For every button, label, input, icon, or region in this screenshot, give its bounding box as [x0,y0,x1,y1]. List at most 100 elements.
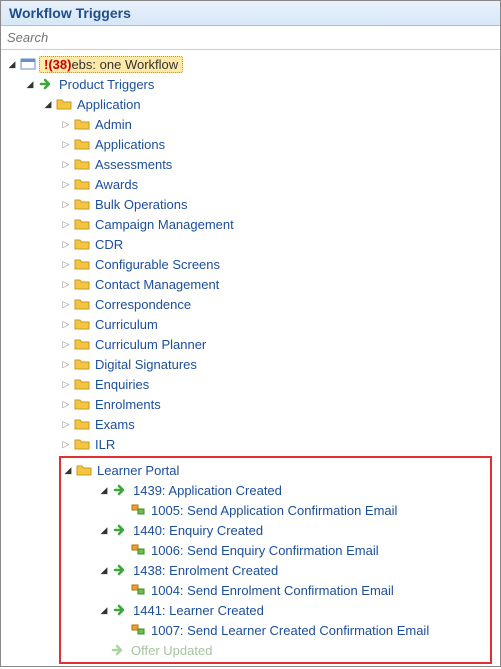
folder-label[interactable]: Curriculum [93,317,160,332]
root-label[interactable]: !(38)ebs: one Workflow [39,56,183,73]
folder-label[interactable]: Enrolments [93,397,163,412]
expand-toggle[interactable] [61,359,71,369]
folder-node[interactable]: Assessments [59,154,496,174]
folder-label[interactable]: Campaign Management [93,217,236,232]
action-label[interactable]: 1005: Send Application Confirmation Emai… [149,503,399,518]
folder-label[interactable]: Configurable Screens [93,257,222,272]
folder-label[interactable]: Enquiries [93,377,151,392]
expand-toggle[interactable] [25,79,35,89]
search-bar[interactable] [1,26,500,50]
expand-toggle[interactable] [61,119,71,129]
trigger-node[interactable]: 1438: Enrolment Created 1004: Send Enrolm… [79,560,488,600]
application-node[interactable]: Application Admin Applications Assessments… [41,94,496,669]
offer-updated-node[interactable]: Offer Updated [79,640,488,660]
expand-toggle[interactable] [61,439,71,449]
product-triggers-node[interactable]: Product Triggers Application AdminApplic… [23,74,496,669]
folder-label[interactable]: Awards [93,177,140,192]
folder-icon [74,216,90,232]
folder-label[interactable]: Exams [93,417,137,432]
folder-node[interactable]: Curriculum Planner [59,334,496,354]
folder-node[interactable]: Correspondence [59,294,496,314]
learner-portal-node[interactable]: Learner Portal 1439: Application Created… [59,456,496,664]
folder-node[interactable]: Enrolments [59,394,496,414]
folder-node[interactable]: Admin [59,114,496,134]
learner-portal-label[interactable]: Learner Portal [95,463,181,478]
expand-toggle[interactable] [61,139,71,149]
highlight-box: Learner Portal 1439: Application Created… [59,456,492,664]
folder-node[interactable]: Configurable Screens [59,254,496,274]
folder-label[interactable]: Correspondence [93,297,193,312]
action-label[interactable]: 1006: Send Enquiry Confirmation Email [149,543,381,558]
folder-label[interactable]: Contact Management [93,277,221,292]
action-node[interactable]: 1006: Send Enquiry Confirmation Email [115,540,488,560]
trigger-node[interactable]: 1441: Learner Created 1007: Send Learner … [79,600,488,640]
expand-toggle[interactable] [99,525,109,535]
trigger-label[interactable]: 1439: Application Created [131,483,284,498]
action-block-icon [130,622,146,638]
folder-node[interactable]: CDR [59,234,496,254]
folder-icon [74,396,90,412]
folder-label[interactable]: ILR [93,437,117,452]
folder-label[interactable]: Applications [93,137,167,152]
folder-label[interactable]: Assessments [93,157,174,172]
application-label[interactable]: Application [75,97,143,112]
trigger-label[interactable]: 1441: Learner Created [131,603,266,618]
expand-toggle[interactable] [61,419,71,429]
product-triggers-label[interactable]: Product Triggers [57,77,156,92]
folder-node[interactable]: Applications [59,134,496,154]
folder-node[interactable]: Campaign Management [59,214,496,234]
trigger-label[interactable]: 1440: Enquiry Created [131,523,265,538]
tree-view[interactable]: !(38)ebs: one Workflow Product Triggers [1,50,500,669]
folder-node[interactable]: Curriculum [59,314,496,334]
folder-icon [74,376,90,392]
search-input[interactable] [7,28,494,47]
expand-toggle[interactable] [43,99,53,109]
expand-toggle[interactable] [7,59,17,69]
folder-label[interactable]: Digital Signatures [93,357,199,372]
folder-label[interactable]: Curriculum Planner [93,337,208,352]
action-node[interactable]: 1004: Send Enrolment Confirmation Email [115,580,488,600]
action-node[interactable]: 1005: Send Application Confirmation Emai… [115,500,488,520]
expand-toggle[interactable] [99,485,109,495]
expand-toggle[interactable] [61,279,71,289]
trigger-node[interactable]: 1439: Application Created 1005: Send Appl… [79,480,488,520]
folder-node[interactable]: Bulk Operations [59,194,496,214]
expand-toggle[interactable] [99,605,109,615]
action-label[interactable]: 1007: Send Learner Created Confirmation … [149,623,431,638]
action-node[interactable]: 1007: Send Learner Created Confirmation … [115,620,488,640]
expand-toggle[interactable] [61,199,71,209]
expand-toggle[interactable] [61,259,71,269]
trigger-label[interactable]: 1438: Enrolment Created [131,563,280,578]
folder-icon [74,416,90,432]
folder-icon [74,296,90,312]
expand-toggle[interactable] [99,565,109,575]
root-label-rest: ebs: one Workflow [71,57,178,72]
folder-node[interactable]: Exams [59,414,496,434]
expand-toggle[interactable] [61,399,71,409]
expand-toggle[interactable] [61,339,71,349]
expand-toggle[interactable] [61,219,71,229]
root-label-prefix: !(38) [44,57,71,72]
arrow-right-disabled-icon [110,642,126,658]
expand-toggle[interactable] [61,159,71,169]
folder-node[interactable]: ILR [59,434,496,454]
folder-icon [76,462,92,478]
expand-toggle[interactable] [61,379,71,389]
trigger-node[interactable]: 1440: Enquiry Created 1006: Send Enquiry … [79,520,488,560]
expand-toggle[interactable] [61,239,71,249]
folder-node[interactable]: Enquiries [59,374,496,394]
folder-node[interactable]: Awards [59,174,496,194]
expand-toggle[interactable] [61,179,71,189]
expand-toggle[interactable] [61,299,71,309]
folder-node[interactable]: Contact Management [59,274,496,294]
root-node[interactable]: !(38)ebs: one Workflow Product Triggers [5,54,496,669]
action-label[interactable]: 1004: Send Enrolment Confirmation Email [149,583,396,598]
folder-label[interactable]: Bulk Operations [93,197,190,212]
offer-updated-label[interactable]: Offer Updated [129,643,214,658]
expand-toggle[interactable] [61,319,71,329]
action-block-icon [130,542,146,558]
folder-label[interactable]: Admin [93,117,134,132]
folder-label[interactable]: CDR [93,237,125,252]
expand-toggle[interactable] [63,465,73,475]
folder-node[interactable]: Digital Signatures [59,354,496,374]
